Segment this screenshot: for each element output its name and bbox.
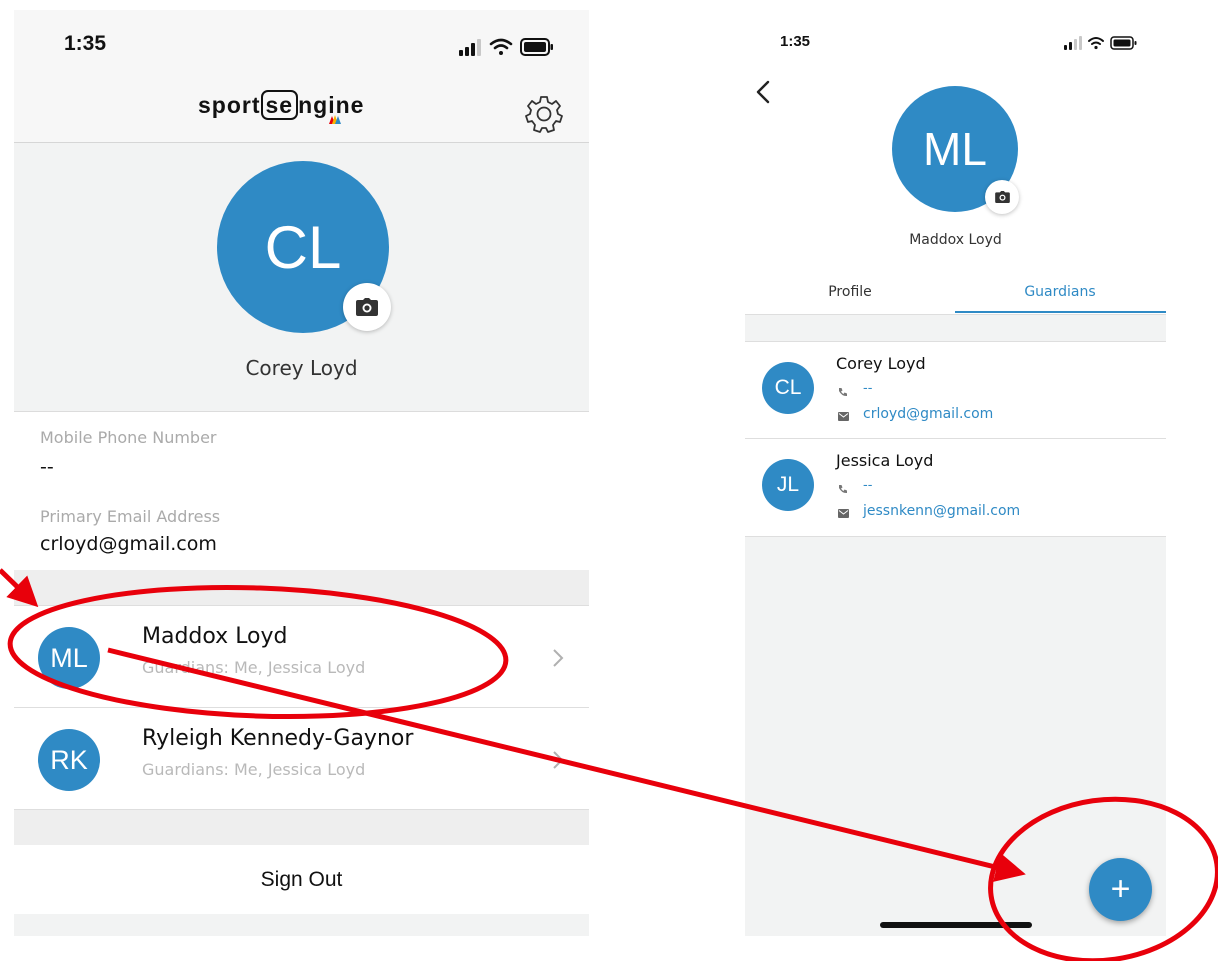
signal-icon (1064, 36, 1082, 50)
guardian-avatar: CL (762, 362, 814, 414)
sign-out-button[interactable]: Sign Out (14, 845, 589, 914)
child-name: Maddox Loyd (142, 624, 288, 649)
battery-icon (520, 38, 553, 56)
mobile-phone-label: Mobile Phone Number (40, 428, 217, 447)
guardian-email[interactable]: jessnkenn@gmail.com (863, 503, 1020, 519)
email-label: Primary Email Address (40, 507, 221, 526)
mail-icon (838, 412, 849, 421)
section-divider (14, 809, 589, 846)
guardian-card-jessica[interactable]: JL Jessica Loyd -- jessnkenn@gmail.com (745, 438, 1166, 537)
child-name: Ryleigh Kennedy-Gaynor (142, 726, 414, 751)
status-icons (459, 38, 553, 56)
tab-guardians[interactable]: Guardians (955, 284, 1165, 300)
status-time: 1:35 (64, 32, 107, 55)
child-row-ryleigh[interactable]: RK Ryleigh Kennedy-Gaynor Guardians: Me,… (14, 707, 589, 809)
back-chevron-icon[interactable] (753, 78, 775, 106)
profile-name: Maddox Loyd (909, 232, 1002, 248)
status-time: 1:35 (780, 33, 811, 50)
active-tab-indicator (955, 311, 1166, 313)
phone-icon (839, 388, 847, 397)
child-guardians: Guardians: Me, Jessica Loyd (142, 760, 366, 779)
guardian-card-corey[interactable]: CL Corey Loyd -- crloyd@gmail.com (745, 341, 1166, 440)
contact-info-section: Mobile Phone Number -- Primary Email Add… (14, 412, 589, 570)
child-guardians: Guardians: Me, Jessica Loyd (142, 658, 366, 677)
avatar-initials: CL (264, 213, 342, 281)
guardian-email[interactable]: crloyd@gmail.com (863, 406, 993, 422)
avatar-initials: ML (923, 123, 987, 175)
guardian-name: Jessica Loyd (836, 451, 934, 470)
mail-icon (838, 509, 849, 518)
guardian-avatar: JL (762, 459, 814, 511)
guardian-phone[interactable]: -- (863, 478, 872, 493)
right-phone-screen: 1:35 ML Maddox Loyd Profile Guardians CL… (745, 10, 1166, 936)
camera-icon (994, 191, 1010, 203)
signal-icon (459, 39, 481, 56)
left-phone-screen: 1:35 sport se ngine CL Corey Loyd Mobile… (14, 10, 589, 936)
sportsengine-logo: sport se ngine (198, 90, 364, 124)
change-photo-button[interactable] (985, 180, 1019, 214)
phone-icon (839, 485, 847, 494)
battery-icon (1110, 36, 1137, 50)
add-guardian-button[interactable]: + (1089, 858, 1152, 921)
email-value: crloyd@gmail.com (40, 533, 217, 555)
gear-icon[interactable] (524, 94, 564, 134)
guardian-name: Corey Loyd (836, 354, 926, 373)
wifi-icon (489, 38, 513, 55)
child-avatar: RK (38, 729, 100, 791)
chevron-right-icon (553, 649, 564, 667)
profile-name: Corey Loyd (245, 356, 358, 380)
child-avatar: ML (38, 627, 100, 689)
child-row-maddox[interactable]: ML Maddox Loyd Guardians: Me, Jessica Lo… (14, 605, 589, 707)
chevron-right-icon (553, 751, 564, 769)
mobile-phone-value: -- (40, 456, 54, 478)
camera-icon (356, 298, 378, 316)
app-header: sport se ngine (14, 80, 589, 143)
tab-profile[interactable]: Profile (745, 284, 955, 300)
status-icons (1064, 36, 1137, 50)
profile-section: CL Corey Loyd (14, 143, 589, 412)
section-divider (14, 570, 589, 605)
peacock-icon (329, 115, 341, 124)
plus-icon: + (1110, 870, 1131, 908)
home-indicator (880, 922, 1032, 928)
status-bar: 1:35 (14, 10, 589, 80)
wifi-icon (1088, 37, 1104, 50)
change-photo-button[interactable] (343, 283, 391, 331)
guardian-phone[interactable]: -- (863, 381, 872, 396)
child-profile-header: 1:35 ML Maddox Loyd Profile Guardians (745, 10, 1166, 315)
